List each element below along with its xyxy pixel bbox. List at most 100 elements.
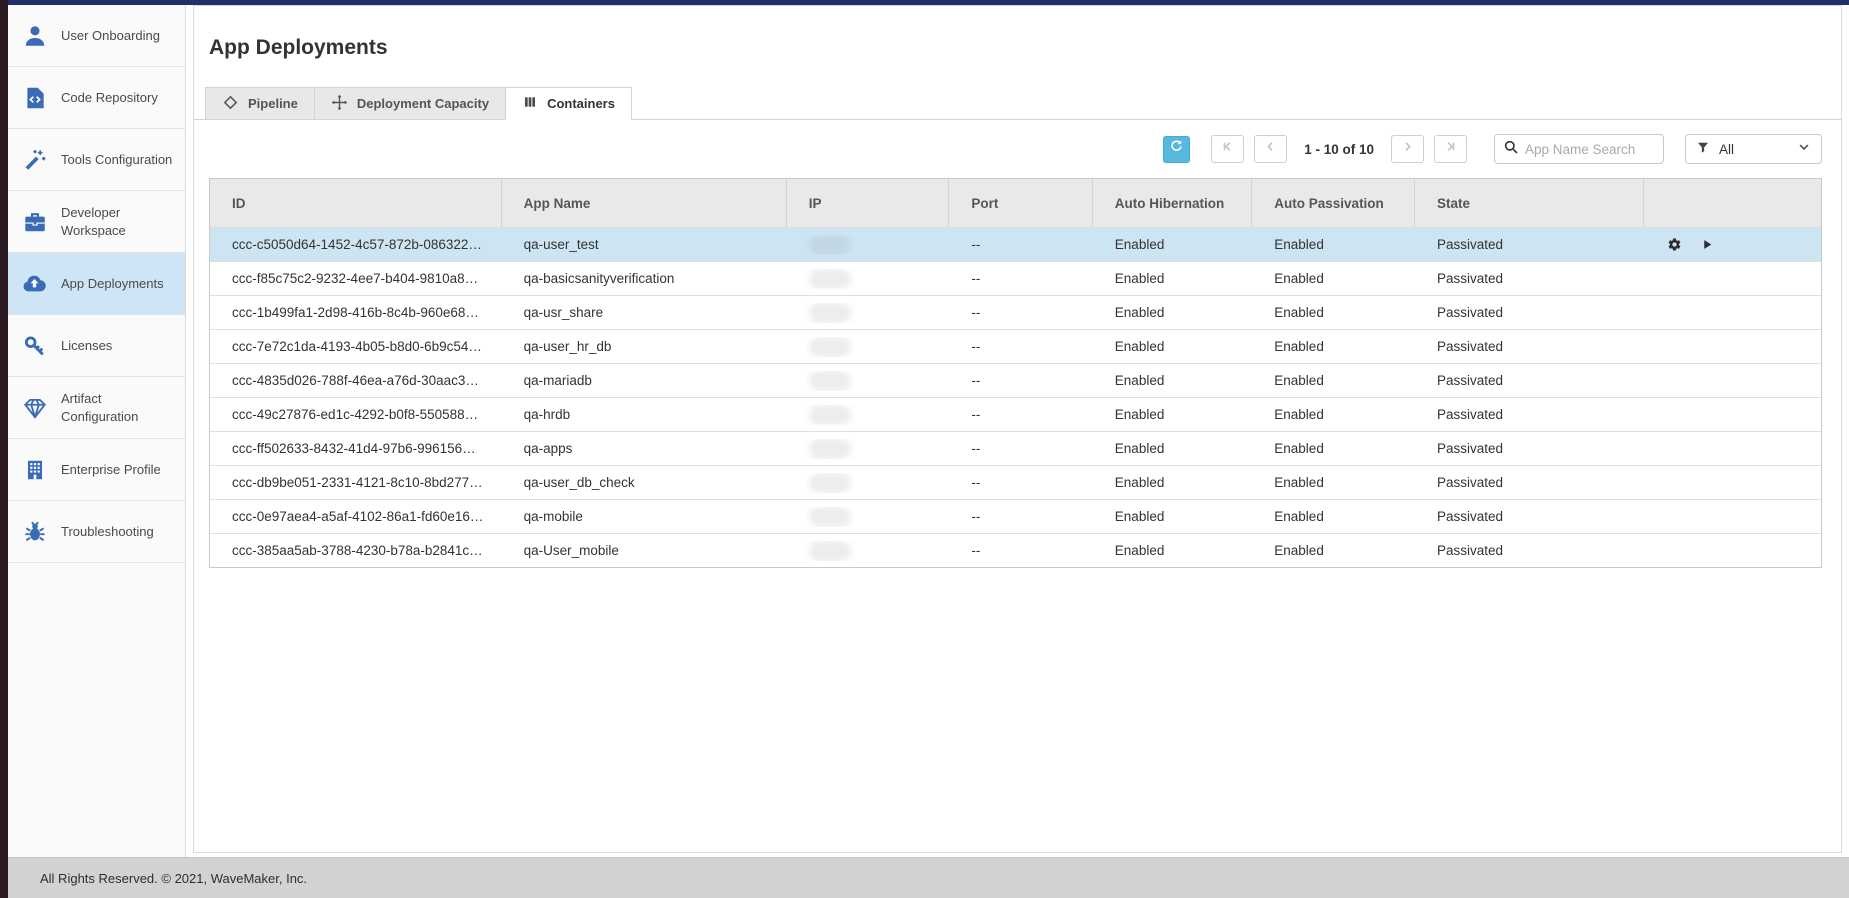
redacted-ip-value bbox=[809, 473, 851, 493]
cell-state: Passivated bbox=[1415, 237, 1644, 252]
cell-app-name: qa-apps bbox=[502, 441, 787, 456]
cell-auto-hibernation: Enabled bbox=[1093, 407, 1252, 422]
cell-port: -- bbox=[949, 441, 1092, 456]
table-row[interactable]: ccc-db9be051-2331-4121-8c10-8bd277…qa-us… bbox=[210, 465, 1821, 499]
play-icon[interactable] bbox=[1699, 236, 1717, 254]
table-row[interactable]: ccc-49c27876-ed1c-4292-b0f8-550588…qa-hr… bbox=[210, 397, 1821, 431]
column-header: Auto Hibernation bbox=[1093, 179, 1252, 227]
copyright-text: All Rights Reserved. © 2021, WaveMaker, … bbox=[40, 871, 307, 886]
cell-auto-passivation: Enabled bbox=[1252, 475, 1415, 490]
search-input[interactable] bbox=[1525, 142, 1655, 157]
cell-ip bbox=[787, 269, 950, 289]
cell-state: Passivated bbox=[1415, 373, 1644, 388]
cell-auto-hibernation: Enabled bbox=[1093, 543, 1252, 558]
cell-app-name: qa-mobile bbox=[502, 509, 787, 524]
sidebar-item-enterprise-profile[interactable]: Enterprise Profile bbox=[8, 439, 185, 501]
cell-ip bbox=[787, 473, 950, 493]
table-row[interactable]: ccc-0e97aea4-a5af-4102-86a1-fd60e16…qa-m… bbox=[210, 499, 1821, 533]
chevron-down-icon bbox=[1797, 140, 1811, 159]
tab-pipeline[interactable]: Pipeline bbox=[205, 87, 315, 120]
gear-icon[interactable] bbox=[1666, 236, 1684, 254]
previous-page-button[interactable] bbox=[1254, 135, 1287, 163]
sidebar-item-app-deployments[interactable]: App Deployments bbox=[8, 253, 185, 315]
table-toolbar: 1 - 10 of 10 All bbox=[194, 134, 1822, 164]
redacted-ip-value bbox=[809, 439, 851, 459]
cell-app-name: qa-usr_share bbox=[502, 305, 787, 320]
containers-table: IDApp NameIPPortAuto HibernationAuto Pas… bbox=[209, 178, 1822, 568]
column-header: State bbox=[1415, 179, 1644, 227]
cell-id: ccc-f85c75c2-9232-4ee7-b404-9810a8… bbox=[210, 271, 502, 286]
cell-id: ccc-db9be051-2331-4121-8c10-8bd277… bbox=[210, 475, 502, 490]
last-page-button[interactable] bbox=[1434, 135, 1467, 163]
sidebar-item-tools-configuration[interactable]: Tools Configuration bbox=[8, 129, 185, 191]
cell-id: ccc-49c27876-ed1c-4292-b0f8-550588… bbox=[210, 407, 502, 422]
cell-app-name: qa-mariadb bbox=[502, 373, 787, 388]
cell-id: ccc-0e97aea4-a5af-4102-86a1-fd60e16… bbox=[210, 509, 502, 524]
cell-app-name: qa-User_mobile bbox=[502, 543, 787, 558]
cell-state: Passivated bbox=[1415, 543, 1644, 558]
cell-auto-hibernation: Enabled bbox=[1093, 441, 1252, 456]
sidebar-item-code-repository[interactable]: Code Repository bbox=[8, 67, 185, 129]
next-page-button[interactable] bbox=[1391, 135, 1424, 163]
table-row[interactable]: ccc-c5050d64-1452-4c57-872b-086322…qa-us… bbox=[210, 227, 1821, 261]
cell-ip bbox=[787, 405, 950, 425]
tab-deployment-capacity[interactable]: Deployment Capacity bbox=[314, 87, 506, 120]
refresh-button[interactable] bbox=[1163, 136, 1190, 163]
table-row[interactable]: ccc-f85c75c2-9232-4ee7-b404-9810a8…qa-ba… bbox=[210, 261, 1821, 295]
table-row[interactable]: ccc-1b499fa1-2d98-416b-8c4b-960e68…qa-us… bbox=[210, 295, 1821, 329]
first-page-button[interactable] bbox=[1211, 135, 1244, 163]
redacted-ip-value bbox=[809, 303, 851, 323]
table-row[interactable]: ccc-ff502633-8432-41d4-97b6-996156…qa-ap… bbox=[210, 431, 1821, 465]
column-header: Auto Passivation bbox=[1252, 179, 1415, 227]
cell-app-name: qa-user_db_check bbox=[502, 475, 787, 490]
cell-id: ccc-c5050d64-1452-4c57-872b-086322… bbox=[210, 237, 502, 252]
column-header: IP bbox=[787, 179, 950, 227]
cell-state: Passivated bbox=[1415, 475, 1644, 490]
cell-auto-hibernation: Enabled bbox=[1093, 373, 1252, 388]
table-row[interactable]: ccc-7e72c1da-4193-4b05-b8d0-6b9c54…qa-us… bbox=[210, 329, 1821, 363]
cell-port: -- bbox=[949, 373, 1092, 388]
cell-auto-hibernation: Enabled bbox=[1093, 339, 1252, 354]
key-icon bbox=[21, 332, 48, 359]
cell-state: Passivated bbox=[1415, 441, 1644, 456]
redacted-ip-value bbox=[809, 269, 851, 289]
cell-port: -- bbox=[949, 339, 1092, 354]
cell-ip bbox=[787, 541, 950, 561]
column-header: Port bbox=[949, 179, 1092, 227]
main-content: App Deployments Pipeline Deployment Capa… bbox=[193, 5, 1842, 853]
cell-auto-passivation: Enabled bbox=[1252, 543, 1415, 558]
cell-auto-passivation: Enabled bbox=[1252, 509, 1415, 524]
tab-containers[interactable]: Containers bbox=[505, 87, 632, 120]
cell-app-name: qa-basicsanityverification bbox=[502, 271, 787, 286]
cell-state: Passivated bbox=[1415, 339, 1644, 354]
magic-wand-icon bbox=[21, 146, 48, 173]
sidebar-item-user-onboarding[interactable]: User Onboarding bbox=[8, 5, 185, 67]
column-header bbox=[1644, 179, 1821, 227]
sidebar-item-licenses[interactable]: Licenses bbox=[8, 315, 185, 377]
table-row[interactable]: ccc-385aa5ab-3788-4230-b78a-b2841c…qa-Us… bbox=[210, 533, 1821, 567]
redacted-ip-value bbox=[809, 507, 851, 527]
table-body: ccc-c5050d64-1452-4c57-872b-086322…qa-us… bbox=[210, 227, 1821, 567]
cell-ip bbox=[787, 337, 950, 357]
previous-page-icon bbox=[1263, 139, 1278, 159]
search-icon bbox=[1503, 139, 1519, 160]
sidebar-item-label: Code Repository bbox=[61, 89, 179, 107]
cell-app-name: qa-user_test bbox=[502, 237, 787, 252]
sidebar-item-artifact-configuration[interactable]: Artifact Configuration bbox=[8, 377, 185, 439]
sidebar: User Onboarding Code Repository Tools Co… bbox=[8, 5, 186, 857]
cell-auto-hibernation: Enabled bbox=[1093, 305, 1252, 320]
briefcase-icon bbox=[21, 208, 48, 235]
table-row[interactable]: ccc-4835d026-788f-46ea-a76d-30aac3…qa-ma… bbox=[210, 363, 1821, 397]
cell-ip bbox=[787, 439, 950, 459]
redacted-ip-value bbox=[809, 235, 851, 255]
sidebar-item-troubleshooting[interactable]: Troubleshooting bbox=[8, 501, 185, 563]
table-header: IDApp NameIPPortAuto HibernationAuto Pas… bbox=[210, 179, 1821, 227]
pagination-range: 1 - 10 of 10 bbox=[1304, 142, 1374, 157]
filter-dropdown[interactable]: All bbox=[1685, 134, 1822, 164]
first-page-icon bbox=[1220, 139, 1235, 159]
columns-icon bbox=[522, 94, 538, 113]
sidebar-item-developer-workspace[interactable]: Developer Workspace bbox=[8, 191, 185, 253]
cell-port: -- bbox=[949, 407, 1092, 422]
last-page-icon bbox=[1443, 139, 1458, 159]
cell-auto-passivation: Enabled bbox=[1252, 407, 1415, 422]
